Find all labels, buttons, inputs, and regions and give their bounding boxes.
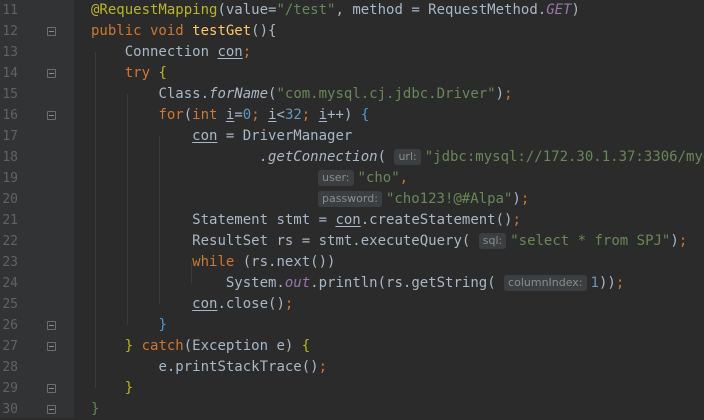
variable: i [268, 107, 277, 123]
keyword: try [124, 65, 151, 81]
line-number: 23 [2, 255, 18, 270]
fold-toggle-icon[interactable] [47, 405, 56, 414]
code-line: 19 user: "cho", [0, 168, 704, 189]
code-line: 30 } [0, 399, 704, 420]
line-number: 11 [2, 3, 18, 18]
fold-toggle-icon[interactable] [47, 27, 56, 36]
line-number: 27 [2, 339, 18, 354]
line-number: 15 [2, 87, 18, 102]
code-line: 24 System.out.println(rs.getString( colu… [0, 273, 704, 294]
method-name: testGet [192, 23, 252, 39]
line-number: 16 [2, 108, 18, 123]
line-number: 19 [2, 171, 18, 186]
code-line: 17 con = DriverManager [0, 126, 704, 147]
code-line: 25 con.close(); [0, 294, 704, 315]
fold-toggle-icon[interactable] [47, 321, 56, 330]
token: = DriverManager [217, 128, 353, 144]
code-editor[interactable]: 11 @RequestMapping(value="/test", method… [0, 0, 704, 418]
variable: con [335, 212, 361, 228]
code-line: 14 try { [0, 63, 704, 84]
keyword: public void [91, 23, 193, 39]
code-line: 20 password: "cho123!@#Alpa"); [0, 189, 704, 210]
string-literal: "jdbc:mysql://172.30.1.37:3306/mydb" [424, 149, 704, 165]
code-line: 18 .getConnection( url: "jdbc:mysql://172… [0, 147, 704, 168]
variable: i [225, 107, 235, 123]
code-line: 22 ResultSet rs = stmt.executeQuery( sql… [0, 231, 704, 252]
line-number: 22 [2, 234, 18, 249]
method-call: .createStatement [360, 212, 496, 228]
parameter-hint: url: [394, 149, 421, 165]
variable: con [217, 44, 243, 60]
token: (rs.next()) [242, 254, 336, 270]
token: value= [225, 2, 277, 18]
line-number: 25 [2, 297, 18, 312]
parameter-hint: user: [318, 170, 354, 186]
code-line: 21 Statement stmt = con.createStatement(… [0, 210, 704, 231]
variable: con [192, 296, 218, 312]
number-literal: 0 [242, 107, 252, 123]
fold-toggle-icon[interactable] [47, 342, 56, 351]
keyword: catch [141, 338, 184, 354]
string-literal: "cho" [357, 170, 400, 186]
method-call: .getConnection [259, 149, 378, 165]
line-number: 28 [2, 360, 18, 375]
string-literal: "/test" [276, 2, 336, 18]
line-number: 14 [2, 66, 18, 81]
parameter-hint: sql: [478, 233, 507, 249]
method-call: forName [209, 86, 269, 102]
line-number: 18 [2, 150, 18, 165]
line-number: 30 [2, 402, 18, 417]
code-line: 16 for(int i=0; i<32; i++) { [0, 105, 704, 126]
method-call: .close [217, 296, 269, 312]
line-number: 20 [2, 192, 18, 207]
token: Statement stmt = [192, 212, 336, 228]
code-line: 29 } [0, 378, 704, 399]
line-number: 17 [2, 129, 18, 144]
fold-toggle-icon[interactable] [47, 111, 56, 120]
keyword: for [158, 107, 184, 123]
line-number: 26 [2, 318, 18, 333]
token: , method = RequestMethod. [335, 2, 547, 18]
code-line: 26 } [0, 315, 704, 336]
code-line: 23 while (rs.next()) [0, 252, 704, 273]
variable: con [192, 128, 218, 144]
line-number: 13 [2, 45, 18, 60]
code-line: 13 Connection con; [0, 42, 704, 63]
line-number: 21 [2, 213, 18, 228]
string-literal: "com.mysql.cj.jdbc.Driver" [276, 86, 496, 102]
token: Class. [158, 86, 210, 102]
code-line: 27 } catch(Exception e) { [0, 336, 704, 357]
token: (Exception e) [183, 338, 302, 354]
enum-constant: GET [546, 2, 572, 18]
code-line: 15 Class.forName("com.mysql.cj.jdbc.Driv… [0, 84, 704, 105]
number-literal: 1 [590, 275, 599, 291]
variable: i [318, 107, 328, 123]
keyword: int [192, 107, 226, 123]
token: Connection [124, 44, 218, 60]
parameter-hint: password: [318, 191, 382, 207]
method-call: e.printStackTrace [158, 359, 302, 375]
code-line: 11 @RequestMapping(value="/test", method… [0, 0, 704, 21]
parameter-hint: columnIndex: [504, 275, 587, 291]
fold-toggle-icon[interactable] [47, 69, 56, 78]
string-literal: "cho123!@#Alpa" [385, 191, 513, 207]
annotation: @RequestMapping [91, 2, 218, 18]
line-number: 29 [2, 381, 18, 396]
method-call: .println(rs.getString [310, 275, 488, 291]
token: ResultSet rs = stmt.executeQuery [192, 233, 462, 249]
static-field: out [284, 275, 311, 291]
number-literal: 32 [284, 107, 302, 123]
code-line: 28 e.printStackTrace(); [0, 357, 704, 378]
token: System. [225, 275, 285, 291]
fold-toggle-icon[interactable] [47, 384, 56, 393]
line-number: 24 [2, 276, 18, 291]
line-number: 12 [2, 24, 18, 39]
code-line: 12 public void testGet(){ [0, 21, 704, 42]
string-literal: "select * from SPJ" [510, 233, 671, 249]
keyword: while [192, 254, 235, 270]
